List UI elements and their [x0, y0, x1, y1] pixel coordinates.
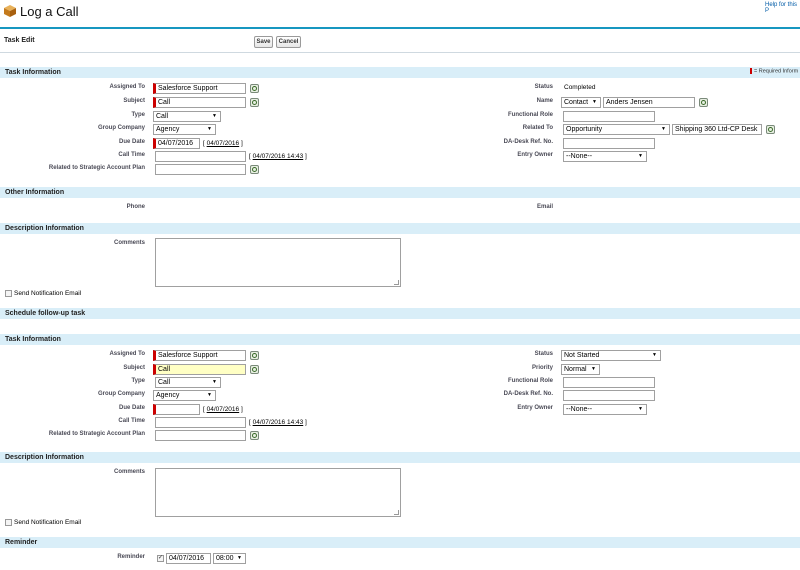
section-reminder: Reminder — [0, 536, 800, 548]
related-to-input[interactable]: Shipping 360 Ltd-CP Desk — [672, 124, 762, 135]
assigned-to-lookup-icon[interactable] — [250, 84, 259, 93]
app-logo-icon — [3, 4, 17, 18]
followup-strategic-plan-label: Related to Strategic Account Plan — [48, 431, 145, 437]
required-marker — [750, 68, 752, 74]
type-select[interactable]: Call ▼ — [153, 111, 221, 122]
followup-assigned-to-lookup-icon[interactable] — [250, 351, 259, 360]
reminder-checkbox[interactable]: ✓ — [157, 555, 164, 562]
followup-entry-owner-select[interactable]: --None-- ▼ — [563, 404, 647, 415]
followup-assigned-to-input[interactable]: Salesforce Support — [153, 350, 246, 361]
name-type-select[interactable]: Contact ▼ — [561, 97, 601, 108]
call-time-input[interactable] — [155, 151, 246, 162]
related-to-type-select[interactable]: Opportunity ▼ — [563, 124, 670, 135]
required-legend: = Required Inform — [750, 68, 798, 74]
followup-comments-label: Comments — [113, 469, 145, 475]
followup-send-notification-checkbox[interactable] — [5, 519, 12, 526]
functional-role-label: Functional Role — [508, 112, 553, 118]
subject-combo-icon[interactable] — [250, 98, 259, 107]
name-input[interactable]: Anders Jensen — [603, 97, 695, 108]
type-label: Type — [131, 112, 145, 118]
call-time-label: Call Time — [118, 152, 145, 158]
ref-no-input[interactable] — [563, 138, 655, 149]
followup-status-label: Status — [534, 351, 553, 357]
followup-group-company-select[interactable]: Agency ▼ — [153, 390, 216, 401]
followup-send-notification-label: Send Notification Email — [14, 519, 82, 526]
functional-role-input[interactable] — [563, 111, 655, 122]
call-time-now-link[interactable]: [ 04/07/2016 14:43 ] — [249, 153, 307, 160]
followup-subject-input[interactable]: Call — [153, 364, 246, 375]
comments-label: Comments — [113, 240, 145, 246]
ref-no-label: DA-Desk Ref. No. — [503, 139, 553, 145]
subject-input[interactable]: Call — [153, 97, 246, 108]
section-description-information: Description Information — [0, 222, 800, 234]
cancel-button[interactable]: Cancel — [276, 36, 301, 48]
followup-type-select[interactable]: Call ▼ — [155, 377, 221, 388]
due-date-today-link[interactable]: [ 04/07/2016 ] — [203, 140, 243, 147]
task-edit-heading: Task Edit — [4, 37, 35, 44]
send-notification-label: Send Notification Email — [14, 290, 82, 297]
phone-label: Phone — [126, 204, 145, 210]
section-schedule-follow-up: Schedule follow-up task — [0, 307, 800, 319]
entry-owner-label: Entry Owner — [517, 152, 553, 158]
group-company-label: Group Company — [97, 125, 145, 131]
followup-group-company-label: Group Company — [97, 391, 145, 397]
entry-owner-select[interactable]: --None-- ▼ — [563, 151, 647, 162]
strategic-plan-lookup-icon[interactable] — [250, 165, 259, 174]
followup-strategic-plan-input[interactable] — [155, 430, 246, 441]
strategic-plan-label: Related to Strategic Account Plan — [48, 165, 145, 171]
section-task-information: Task Information — [0, 66, 800, 78]
related-to-lookup-icon[interactable] — [766, 125, 775, 134]
followup-comments-textarea[interactable] — [155, 468, 401, 517]
followup-due-date-input[interactable] — [153, 404, 200, 415]
due-date-input[interactable]: 04/07/2016 — [153, 138, 200, 149]
followup-strategic-plan-lookup-icon[interactable] — [250, 431, 259, 440]
followup-subject-combo-icon[interactable] — [250, 365, 259, 374]
followup-subject-label: Subject — [123, 365, 145, 371]
group-company-select[interactable]: Agency ▼ — [153, 124, 216, 135]
followup-ref-no-input[interactable] — [563, 390, 655, 401]
followup-call-time-label: Call Time — [118, 418, 145, 424]
assigned-to-label: Assigned To — [109, 84, 145, 90]
comments-textarea[interactable] — [155, 238, 401, 287]
status-value: Completed — [564, 84, 596, 91]
page-title: Log a Call — [20, 4, 79, 19]
toolbar-divider — [0, 52, 800, 53]
section-other-information: Other Information — [0, 186, 800, 198]
header-rule — [0, 27, 800, 29]
followup-ref-no-label: DA-Desk Ref. No. — [503, 391, 553, 397]
reminder-time-select[interactable]: 08:00 ▼ — [213, 553, 246, 564]
reminder-label: Reminder — [117, 554, 145, 560]
followup-assigned-to-label: Assigned To — [109, 351, 145, 357]
strategic-plan-input[interactable] — [155, 164, 246, 175]
followup-status-select[interactable]: Not Started ▼ — [561, 350, 661, 361]
followup-due-date-label: Due Date — [118, 405, 145, 411]
name-lookup-icon[interactable] — [699, 98, 708, 107]
section-followup-task-information: Task Information — [0, 333, 800, 345]
subject-label: Subject — [123, 98, 145, 104]
assigned-to-input[interactable]: Salesforce Support — [153, 83, 246, 94]
followup-entry-owner-label: Entry Owner — [517, 405, 553, 411]
email-label: Email — [536, 204, 553, 210]
name-label: Name — [536, 98, 553, 104]
help-link[interactable]: Help for this P — [765, 2, 800, 14]
followup-call-time-input[interactable] — [155, 417, 246, 428]
followup-priority-select[interactable]: Normal ▼ — [561, 364, 600, 375]
related-to-label: Related To — [522, 125, 553, 131]
followup-functional-role-input[interactable] — [563, 377, 655, 388]
reminder-date-input[interactable]: 04/07/2016 — [166, 553, 211, 564]
followup-due-date-today-link[interactable]: [ 04/07/2016 ] — [203, 406, 243, 413]
status-label: Status — [534, 84, 553, 90]
due-date-label: Due Date — [118, 139, 145, 145]
section-followup-description-information: Description Information — [0, 451, 800, 463]
send-notification-checkbox[interactable] — [5, 290, 12, 297]
followup-functional-role-label: Functional Role — [508, 378, 553, 384]
followup-type-label: Type — [131, 378, 145, 384]
followup-call-time-now-link[interactable]: [ 04/07/2016 14:43 ] — [249, 419, 307, 426]
save-button[interactable]: Save — [254, 36, 273, 48]
followup-priority-label: Priority — [531, 365, 553, 371]
